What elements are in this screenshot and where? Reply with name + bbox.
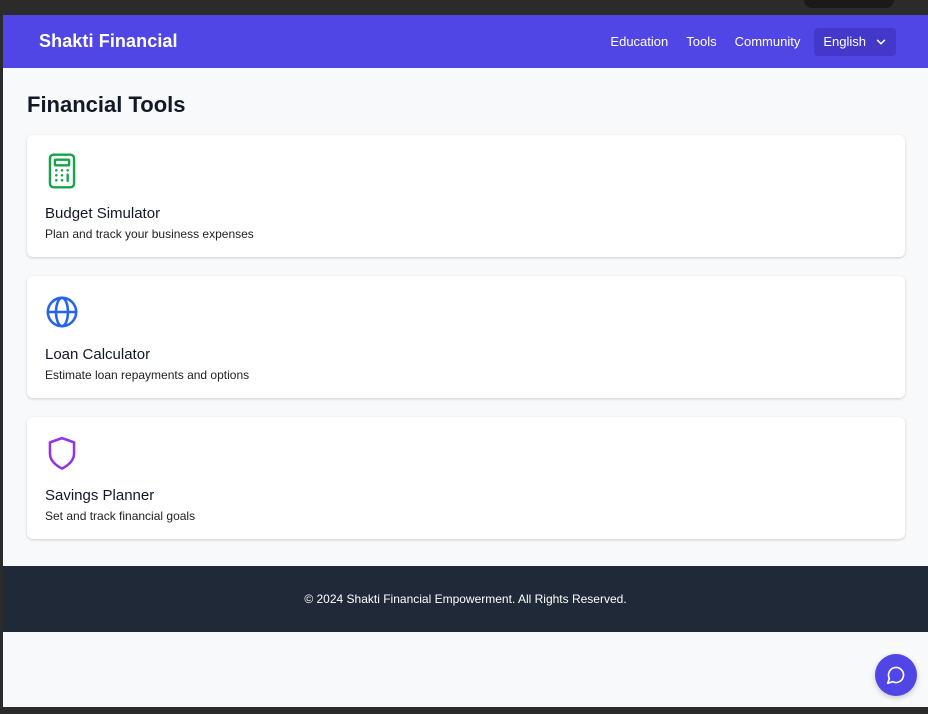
main-content: Financial Tools Budget Simulator Plan an… xyxy=(3,68,928,539)
tool-card-description: Estimate loan repayments and options xyxy=(45,368,250,382)
language-select-value: English xyxy=(823,34,866,49)
browser-chrome-pill xyxy=(804,0,894,8)
shield-icon xyxy=(48,436,76,470)
page-title: Financial Tools xyxy=(27,92,186,117)
calculator-icon xyxy=(48,153,76,189)
tool-card-title: Loan Calculator xyxy=(45,346,151,363)
chat-bubble-icon xyxy=(886,666,905,685)
tool-card-title: Budget Simulator xyxy=(45,205,161,222)
nav-link-community[interactable]: Community xyxy=(735,34,801,49)
browser-top-chrome xyxy=(0,0,928,15)
tool-card-savings-planner[interactable]: Savings Planner Set and track financial … xyxy=(27,417,905,539)
brand-logo-text[interactable]: Shakti Financial xyxy=(39,31,178,52)
tool-card-description: Set and track financial goals xyxy=(45,509,196,523)
globe-icon xyxy=(46,296,78,328)
browser-bottom-chrome xyxy=(0,707,928,714)
nav-links: Education Tools Community English xyxy=(610,27,896,56)
tool-card-title: Savings Planner xyxy=(45,487,155,504)
chevron-down-icon xyxy=(874,35,888,49)
footer: © 2024 Shakti Financial Empowerment. All… xyxy=(3,566,928,632)
footer-copyright: © 2024 Shakti Financial Empowerment. All… xyxy=(304,592,627,606)
language-select[interactable]: English xyxy=(814,27,896,56)
tool-card-budget-simulator[interactable]: Budget Simulator Plan and track your bus… xyxy=(27,135,905,257)
navbar: Shakti Financial Education Tools Communi… xyxy=(3,15,928,68)
nav-link-education[interactable]: Education xyxy=(610,34,668,49)
tool-card-loan-calculator[interactable]: Loan Calculator Estimate loan repayments… xyxy=(27,276,905,398)
page-viewport: Shakti Financial Education Tools Communi… xyxy=(3,15,928,707)
chat-button[interactable] xyxy=(875,654,917,696)
tool-card-description: Plan and track your business expenses xyxy=(45,227,254,241)
nav-link-tools[interactable]: Tools xyxy=(686,34,716,49)
